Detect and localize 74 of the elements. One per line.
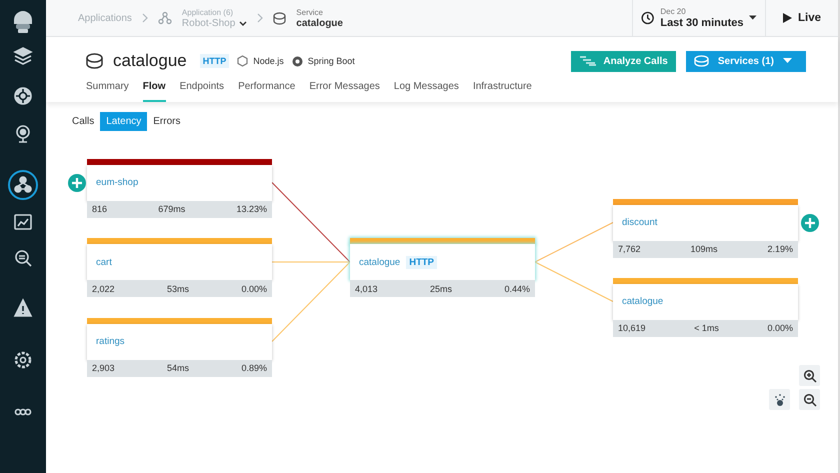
error-rate-value: 0.00% [767, 323, 793, 333]
error-rate-value: 0.89% [241, 363, 267, 373]
tab[interactable]: Error Messages [309, 77, 380, 102]
latency-value: 25ms [430, 284, 452, 294]
latency-value: 109ms [690, 244, 718, 254]
search-icon[interactable] [13, 248, 33, 268]
error-rate-value: 0.44% [504, 284, 530, 294]
node-name: ratings [96, 336, 125, 347]
calls-value: 816 [92, 204, 108, 214]
database-icon [273, 12, 286, 24]
latency-value: 679ms [158, 204, 186, 214]
node-name: eum-shop [96, 177, 138, 188]
tab[interactable]: Performance [238, 77, 296, 102]
time-range-picker[interactable]: Dec 20 Last 30 minutes [632, 0, 766, 36]
service-label: Service [296, 7, 324, 18]
live-button[interactable]: Live [766, 0, 838, 36]
application-icon [158, 11, 172, 25]
zoom-in-icon [802, 368, 816, 382]
play-icon [782, 13, 792, 23]
service-name: catalogue [296, 18, 343, 29]
metric-tab[interactable]: Calls [66, 112, 100, 131]
caret-icon [783, 58, 792, 64]
calls-value: 4,013 [355, 284, 378, 294]
latency-value: < 1ms [694, 323, 719, 333]
chart-icon[interactable] [13, 212, 33, 232]
layers-icon[interactable] [13, 46, 33, 66]
protocol-badge: HTTP [200, 54, 230, 68]
chevron-icon [142, 13, 148, 23]
technology-label: Spring Boot [308, 56, 355, 66]
node-name: cart [96, 256, 112, 268]
calls-value: 7,762 [618, 244, 641, 254]
application-label: Application (6) [182, 7, 234, 18]
pin-icon[interactable] [13, 124, 33, 144]
tab[interactable]: Endpoints [180, 77, 224, 102]
tab[interactable]: Infrastructure [472, 77, 532, 102]
tab[interactable]: Flow [142, 77, 166, 102]
tab[interactable]: Summary [86, 77, 129, 102]
add-icon[interactable] [68, 174, 86, 192]
latency-value: 53ms [166, 284, 189, 294]
calls-value: 2,022 [92, 284, 115, 294]
database-icon [86, 53, 103, 69]
protocol-badge: HTTP [406, 256, 438, 268]
zoom-out-icon [802, 392, 816, 406]
error-rate-value: 2.19% [767, 244, 793, 254]
chevron-down-icon [239, 20, 248, 26]
technology-label: Node.js [253, 56, 284, 66]
network-icon[interactable] [8, 170, 38, 200]
focus-button[interactable] [769, 389, 790, 410]
error-rate-value: 0.00% [241, 284, 267, 294]
add-icon[interactable] [801, 214, 819, 232]
robot-logo-icon[interactable] [11, 8, 35, 34]
node-name: catalogue [622, 296, 664, 307]
database-icon [694, 55, 709, 67]
calls-value: 2,903 [92, 363, 115, 373]
wheel-icon[interactable] [13, 86, 33, 106]
node-name: catalogue [359, 256, 400, 268]
beacon-icon [772, 392, 786, 406]
warning-icon[interactable] [13, 298, 33, 318]
tab[interactable]: Log Messages [394, 77, 459, 102]
caret-icon [749, 15, 757, 21]
error-rate-value: 13.23% [236, 204, 267, 214]
lines-icon [579, 56, 598, 66]
metric-tab[interactable]: Errors [147, 112, 186, 131]
zoom-in-button[interactable] [799, 365, 820, 386]
chevron-icon [257, 13, 264, 23]
zoom-out-button[interactable] [799, 389, 820, 410]
hexagon-icon [237, 55, 248, 67]
calls-value: 10,619 [618, 323, 646, 333]
clock-icon [641, 10, 654, 26]
node-name: discount [622, 217, 658, 228]
settings-icon[interactable] [13, 350, 33, 370]
latency-value: 54ms [166, 363, 189, 373]
service-title: catalogue [113, 51, 187, 71]
gear-icon [292, 56, 303, 66]
